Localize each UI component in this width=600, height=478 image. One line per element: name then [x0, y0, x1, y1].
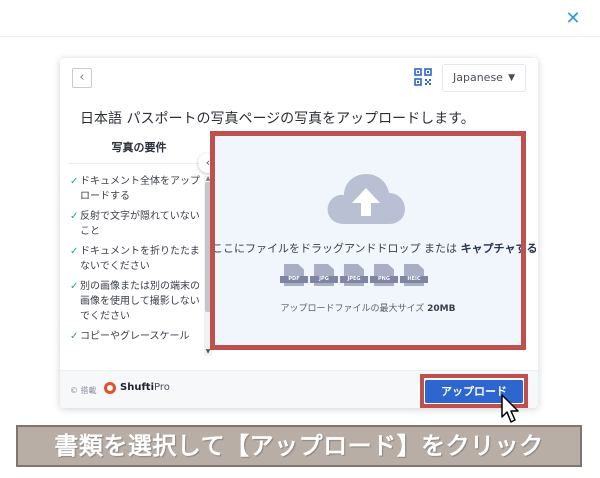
- close-icon[interactable]: ✕: [562, 8, 584, 30]
- powered-by-label: © 搭載: [70, 386, 97, 395]
- shufti-logo-icon: [104, 382, 116, 394]
- language-select[interactable]: Japanese ▼: [442, 64, 526, 92]
- requirement-text: 反射で文字が隠れていないこと: [80, 211, 200, 237]
- requirement-text: 別の画像または別の端末の画像を使用して撮影しないでください: [80, 281, 200, 322]
- requirement-item: ✓ 別の画像または別の端末の画像を使用して撮影しないでください: [68, 279, 200, 324]
- check-icon: ✓: [70, 176, 79, 187]
- mouse-cursor-icon: [501, 394, 519, 423]
- requirements-panel: 写真の要件 ✓ ドキュメント全体をアップロードする ✓ 反射で文字が隠れていない…: [68, 132, 212, 356]
- top-divider: [0, 36, 600, 37]
- modal-header: ‹ Japanese ▼: [60, 58, 538, 98]
- requirement-text: ドキュメントを折りたたまないでください: [80, 246, 200, 272]
- requirements-list: ✓ ドキュメント全体をアップロードする ✓ 反射で文字が隠れていないこと ✓ ド…: [68, 174, 200, 349]
- chevron-down-icon: ▼: [508, 73, 515, 83]
- requirement-item: ✓ ドキュメント全体をアップロードする: [68, 174, 200, 204]
- requirement-item: ✓ 反射で文字が隠れていないこと: [68, 209, 200, 239]
- requirement-item: ✓ ドキュメントを折りたたまないでください: [68, 244, 200, 274]
- language-value: Japanese: [453, 71, 503, 84]
- brand-bold: Shufti: [120, 382, 154, 393]
- shufti-pro-logo: ShuftiPro: [104, 381, 170, 397]
- check-icon: ✓: [70, 331, 79, 342]
- instruction-caption: 書類を選択して【アップロード】をクリック: [16, 425, 582, 467]
- check-icon: ✓: [70, 281, 79, 292]
- requirement-text: ドキュメント全体をアップロードする: [80, 176, 200, 202]
- upload-instruction: 日本語 パスポートの写真ページの写真をアップロードします。: [80, 111, 475, 127]
- check-icon: ✓: [70, 246, 79, 257]
- caption-text: 書類を選択して【アップロード】をクリック: [54, 432, 544, 460]
- shufti-brand-text: ShuftiPro: [120, 382, 170, 393]
- page: ✕ ‹ Japanese ▼ 日本語 パスポートの写真ページの写真をアップロード…: [0, 0, 600, 478]
- dropzone-highlight-frame: [210, 131, 526, 350]
- requirement-item: ✓ コピーやグレースケール: [68, 329, 200, 344]
- check-icon: ✓: [70, 211, 79, 222]
- requirements-title: 写真の要件: [68, 132, 210, 164]
- chevron-left-icon[interactable]: ‹: [72, 68, 92, 88]
- qr-code-icon[interactable]: [414, 68, 432, 86]
- requirement-text: コピーやグレースケール: [80, 331, 190, 342]
- brand-light: Pro: [154, 382, 170, 393]
